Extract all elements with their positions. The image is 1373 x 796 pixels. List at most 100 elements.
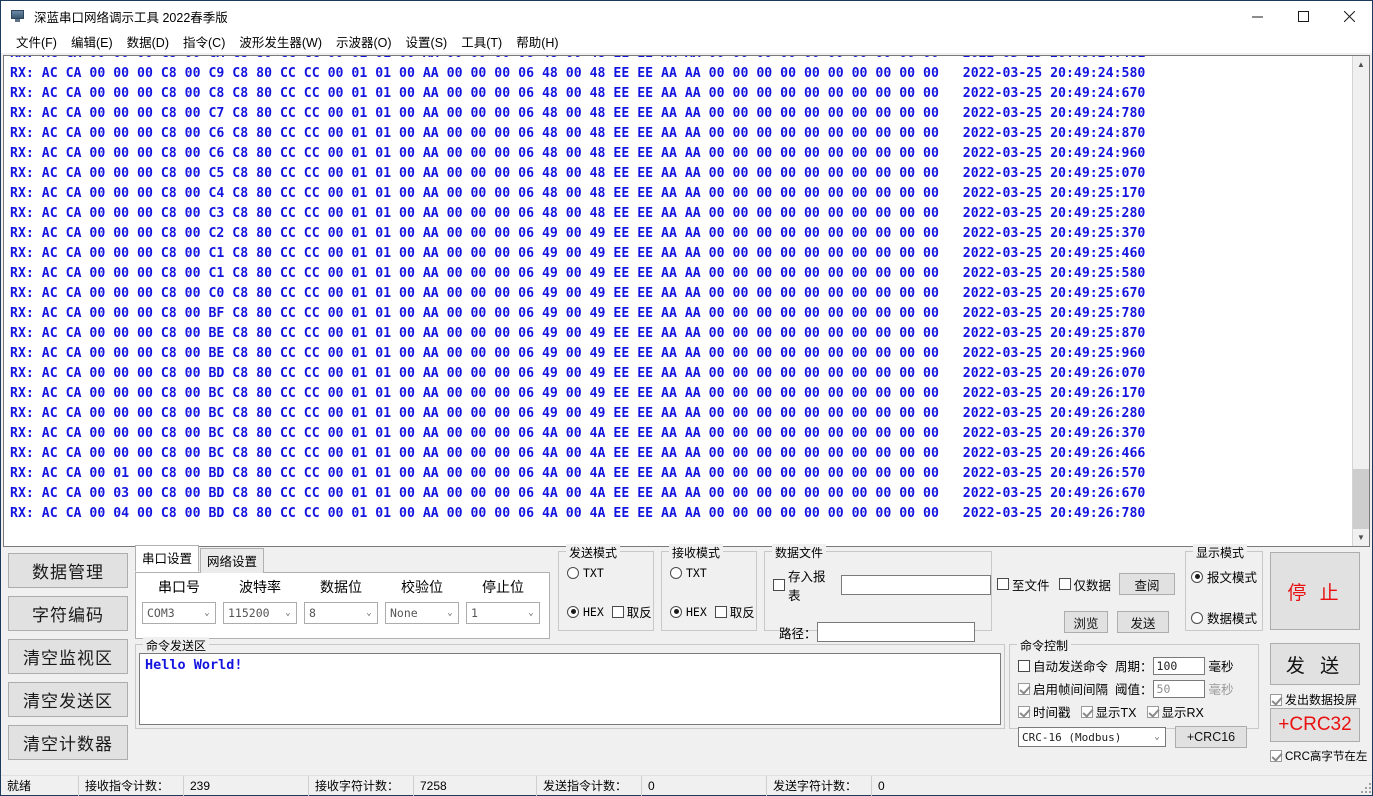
log-line-timestamp: 2022-03-25 20:49:24:580	[939, 66, 1145, 81]
menu-item-waveform-generator[interactable]: 波形发生器(W)	[232, 30, 329, 53]
menu-item-data[interactable]: 数据(D)	[120, 30, 176, 53]
checkbox-icon[interactable]	[1147, 706, 1159, 718]
checkbox-icon[interactable]	[1059, 578, 1071, 590]
scrollbar-track[interactable]	[1353, 73, 1370, 529]
menu-item-command[interactable]: 指令(C)	[176, 30, 232, 53]
parity-select[interactable]: None ⌄	[385, 602, 459, 624]
recv-mode-txt-radio[interactable]: TXT	[670, 566, 756, 580]
clear-counter-button[interactable]: 清空计数器	[8, 725, 128, 760]
recv-mode-hex-label[interactable]: HEX	[686, 605, 707, 619]
auto-send-label[interactable]: 自动发送命令	[1033, 656, 1108, 675]
show-rx-label[interactable]: 显示RX	[1162, 702, 1204, 721]
frame-gap-row: 启用帧间间隔 阈值： 50 毫秒	[1018, 679, 1258, 698]
log-line-hex: RX: AC CA 00 00 00 C8 00 C6 C8 80 CC CC …	[10, 146, 939, 161]
crc-high-byte-label: CRC高字节在左	[1285, 748, 1367, 764]
radio-icon[interactable]	[567, 606, 579, 618]
baudrate-select[interactable]: 115200 ⌄	[223, 602, 297, 624]
stop-button[interactable]: 停 止	[1270, 552, 1360, 630]
log-line-timestamp: 2022-03-25 20:49:25:670	[939, 286, 1145, 301]
send-mode-title: 发送模式	[566, 544, 620, 561]
log-line-hex: RX: AC CA 00 00 00 C8 00 C4 C8 80 CC CC …	[10, 186, 939, 201]
command-send-textarea[interactable]: Hello World!	[139, 653, 1001, 725]
menu-item-settings[interactable]: 设置(S)	[399, 30, 455, 53]
send-file-button[interactable]: 发送	[1117, 611, 1169, 633]
recv-mode-invert-label[interactable]: 取反	[730, 602, 755, 621]
checkbox-icon[interactable]	[612, 606, 624, 618]
path-input[interactable]	[817, 622, 975, 642]
scrollbar-thumb[interactable]	[1353, 469, 1370, 529]
send-button[interactable]: 发 送	[1270, 643, 1360, 685]
threshold-input[interactable]: 50	[1153, 680, 1205, 698]
projection-label: 发出数据投屏	[1285, 691, 1357, 708]
view-report-button[interactable]: 查阅	[1119, 573, 1175, 595]
display-mode-packet-radio[interactable]: 报文模式	[1191, 567, 1262, 586]
stopbits-select[interactable]: 1 ⌄	[466, 602, 540, 624]
checkbox-icon[interactable]	[1018, 660, 1030, 672]
report-name-input[interactable]	[841, 575, 991, 595]
checkbox-icon[interactable]	[773, 579, 785, 591]
port-select[interactable]: COM3 ⌄	[142, 602, 216, 624]
tx-char-count-label: 发送字符计数：	[767, 776, 872, 796]
menu-item-tools[interactable]: 工具(T)	[454, 30, 509, 53]
checkbox-icon[interactable]	[1081, 706, 1093, 718]
to-file-label[interactable]: 至文件	[1012, 575, 1050, 594]
checkbox-icon[interactable]	[1018, 706, 1030, 718]
send-mode-invert-label[interactable]: 取反	[627, 602, 652, 621]
send-mode-hex-label[interactable]: HEX	[583, 605, 604, 619]
log-line: RX: AC CA 00 00 00 C8 00 BC C8 80 CC CC …	[10, 384, 1352, 404]
log-line: RX: AC CA 00 00 00 C8 00 BE C8 80 CC CC …	[10, 324, 1352, 344]
menu-item-help[interactable]: 帮助(H)	[509, 30, 565, 53]
minimize-button[interactable]	[1234, 1, 1280, 31]
checkbox-icon[interactable]	[715, 606, 727, 618]
log-line: RX: AC CA 00 00 00 C8 00 C6 C8 80 CC CC …	[10, 124, 1352, 144]
browse-button[interactable]: 浏览	[1064, 611, 1108, 633]
checkbox-icon[interactable]	[997, 578, 1009, 590]
show-tx-label[interactable]: 显示TX	[1096, 702, 1137, 721]
log-scrollbar[interactable]: ▲ ▼	[1352, 56, 1369, 546]
display-mode-data-radio[interactable]: 数据模式	[1191, 608, 1262, 627]
send-mode-group: 发送模式 TXT HEX 取反	[558, 551, 654, 631]
projection-checkbox-row[interactable]: 发出数据投屏	[1270, 691, 1357, 708]
period-input[interactable]: 100	[1153, 657, 1205, 675]
tab-network-settings[interactable]: 网络设置	[200, 548, 264, 573]
auto-send-row: 自动发送命令 周期： 100 毫秒	[1018, 656, 1258, 675]
field-baudrate: 波特率 115200 ⌄	[223, 577, 297, 634]
monitor-log-lines[interactable]: RX: AC CA 00 00 00 C8 00 CA C8 80 CC CC …	[4, 56, 1352, 546]
timestamp-label[interactable]: 时间戳	[1033, 702, 1071, 721]
log-line: RX: AC CA 00 00 00 C8 00 BF C8 80 CC CC …	[10, 304, 1352, 324]
close-button[interactable]	[1326, 1, 1372, 31]
add-crc32-button[interactable]: +CRC32	[1270, 708, 1360, 742]
crc-row: CRC-16 (Modbus) ⌄ +CRC16	[1018, 726, 1258, 748]
maximize-button[interactable]	[1280, 1, 1326, 31]
save-report-label[interactable]: 存入报表	[788, 566, 836, 604]
radio-icon	[670, 567, 682, 579]
crc-high-byte-checkbox-row[interactable]: CRC高字节在左	[1270, 748, 1367, 764]
tab-serial-settings[interactable]: 串口设置	[135, 545, 199, 572]
parity-value: None	[390, 606, 442, 620]
log-line-hex: RX: AC CA 00 00 00 C8 00 BD C8 80 CC CC …	[10, 366, 939, 381]
log-line-hex: RX: AC CA 00 00 00 C8 00 C2 C8 80 CC CC …	[10, 226, 939, 241]
rx-char-count-label: 接收字符计数：	[309, 776, 414, 796]
scroll-down-icon[interactable]: ▼	[1353, 529, 1370, 546]
menu-item-oscilloscope[interactable]: 示波器(O)	[329, 30, 399, 53]
data-management-button[interactable]: 数据管理	[8, 553, 128, 588]
checkbox-icon[interactable]	[1018, 683, 1030, 695]
add-crc16-button[interactable]: +CRC16	[1175, 726, 1247, 748]
char-encoding-button[interactable]: 字符编码	[8, 596, 128, 631]
only-data-label[interactable]: 仅数据	[1074, 575, 1112, 594]
command-send-group: 命令发送区 Hello World!	[135, 644, 1005, 729]
menu-item-file[interactable]: 文件(F)	[9, 30, 64, 53]
clear-send-area-button[interactable]: 清空发送区	[8, 682, 128, 717]
scroll-up-icon[interactable]: ▲	[1353, 56, 1370, 73]
databits-select[interactable]: 8 ⌄	[304, 602, 378, 624]
log-line: RX: AC CA 00 00 00 C8 00 CA C8 80 CC CC …	[10, 56, 1352, 64]
crc-algorithm-select[interactable]: CRC-16 (Modbus) ⌄	[1018, 727, 1166, 747]
frame-gap-label[interactable]: 启用帧间间隔	[1033, 679, 1108, 698]
chevron-down-icon: ⌄	[1149, 732, 1165, 742]
menu-item-edit[interactable]: 编辑(E)	[64, 30, 120, 53]
radio-icon[interactable]	[670, 606, 682, 618]
clear-monitor-button[interactable]: 清空监视区	[8, 639, 128, 674]
send-mode-txt-radio[interactable]: TXT	[567, 566, 653, 580]
resize-grip-icon[interactable]	[1356, 778, 1372, 794]
log-line-hex: RX: AC CA 00 04 00 C8 00 BD C8 80 CC CC …	[10, 506, 939, 521]
